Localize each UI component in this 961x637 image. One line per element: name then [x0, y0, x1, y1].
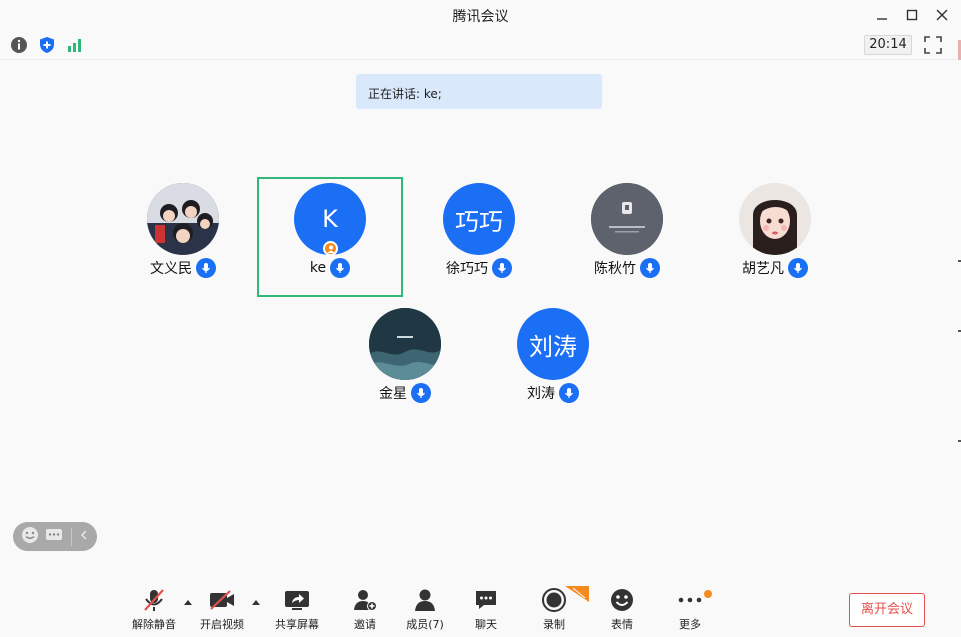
emoji-button[interactable]: 表情: [602, 585, 642, 633]
avatar: [739, 183, 811, 255]
meeting-info-bar: 20:14: [0, 30, 961, 60]
camera-off-icon: [207, 585, 237, 615]
mic-on-icon: [640, 258, 660, 278]
meeting-timer: 20:14: [864, 35, 912, 55]
info-icon: [11, 37, 27, 53]
leave-meeting-button[interactable]: 离开会议: [849, 593, 925, 627]
chat-bubble-button[interactable]: [45, 527, 63, 547]
mic-on-icon: [411, 383, 431, 403]
mic-muted-icon: [139, 585, 169, 615]
emoji-icon: [607, 585, 637, 615]
close-icon: [936, 9, 948, 21]
host-icon: [323, 241, 338, 256]
divider: [71, 527, 72, 546]
participant-name: 文义民: [150, 261, 192, 277]
fullscreen-button[interactable]: [924, 36, 942, 54]
window-title: 腾讯会议: [452, 9, 509, 25]
chat-bubble-icon: [46, 528, 62, 540]
avatar: [369, 308, 441, 380]
participant-name: 陈秋竹: [594, 261, 636, 277]
window-edge: [958, 40, 961, 442]
maximize-icon: [906, 9, 918, 21]
chevron-left-icon: [80, 530, 87, 540]
avatar-initial: 巧巧: [455, 207, 503, 236]
sea-photo-avatar-icon: [369, 308, 441, 380]
avatar-initial: 刘涛: [529, 332, 577, 361]
video-options-caret-icon[interactable]: [251, 598, 261, 608]
minimize-button[interactable]: [871, 4, 893, 26]
avatar: [147, 183, 219, 255]
participant-tile-active[interactable]: K ke: [257, 177, 403, 297]
mic-on-icon: [788, 258, 808, 278]
chat-icon: [471, 585, 501, 615]
new-ribbon-icon: [565, 586, 589, 602]
participant-name: 徐巧巧: [446, 261, 488, 277]
mic-on-icon: [492, 258, 512, 278]
participant-tile[interactable]: 陈秋竹: [554, 178, 700, 298]
more-icon: [675, 585, 705, 615]
avatar: [591, 183, 663, 255]
avatar: 巧巧: [443, 183, 515, 255]
participant-tile[interactable]: 金星: [332, 303, 478, 423]
shield-icon: [40, 37, 54, 53]
mic-on-icon: [559, 383, 579, 403]
mic-on-icon: [330, 258, 351, 278]
participant-tile[interactable]: 胡艺凡: [702, 178, 848, 298]
security-button[interactable]: [38, 36, 56, 54]
participant-name: 刘涛: [527, 386, 555, 402]
collapse-button[interactable]: [78, 527, 90, 546]
participant-tile[interactable]: 巧巧 徐巧巧: [406, 178, 552, 298]
participant-name: 胡艺凡: [742, 261, 784, 277]
participant-name: ke: [309, 260, 327, 276]
network-button[interactable]: [66, 36, 84, 54]
reaction-panel: [13, 522, 97, 551]
avatar: 刘涛: [517, 308, 589, 380]
title-bar: 腾讯会议: [0, 0, 961, 30]
girl-photo-avatar-icon: [739, 183, 811, 255]
share-screen-icon: [282, 585, 312, 615]
participant-name: 金星: [379, 386, 407, 402]
smile-icon: [22, 526, 38, 543]
close-button[interactable]: [931, 4, 953, 26]
minimize-icon: [877, 18, 887, 20]
add-user-icon: [350, 585, 380, 615]
maximize-button[interactable]: [901, 4, 923, 26]
chat-button[interactable]: 聊天: [466, 585, 506, 633]
participant-tile[interactable]: 文义民: [110, 178, 256, 298]
speaking-indicator: 正在讲话: ke;: [356, 74, 602, 109]
bottom-toolbar: 解除静音 开启视频 共享屏幕 邀请 成员(7) 聊天 录制 表情 更多: [0, 585, 961, 637]
participant-tile[interactable]: 刘涛 刘涛: [480, 303, 626, 423]
mic-options-caret-icon[interactable]: [183, 598, 193, 608]
start-video-button[interactable]: 开启视频: [198, 585, 246, 633]
avatar-initial: K: [322, 205, 338, 233]
info-button[interactable]: [10, 36, 28, 54]
dark-photo-avatar-icon: [591, 183, 663, 255]
emoji-reaction-button[interactable]: [21, 526, 39, 548]
members-icon: [410, 585, 440, 615]
members-button[interactable]: 成员(7): [403, 585, 447, 633]
share-screen-button[interactable]: 共享屏幕: [272, 585, 322, 633]
invite-button[interactable]: 邀请: [345, 585, 385, 633]
signal-icon: [68, 39, 81, 52]
fullscreen-icon: [924, 36, 942, 54]
notification-badge: [704, 590, 712, 598]
group-photo-avatar-icon: [147, 183, 219, 255]
mic-on-icon: [196, 258, 216, 278]
unmute-button[interactable]: 解除静音: [130, 585, 178, 633]
